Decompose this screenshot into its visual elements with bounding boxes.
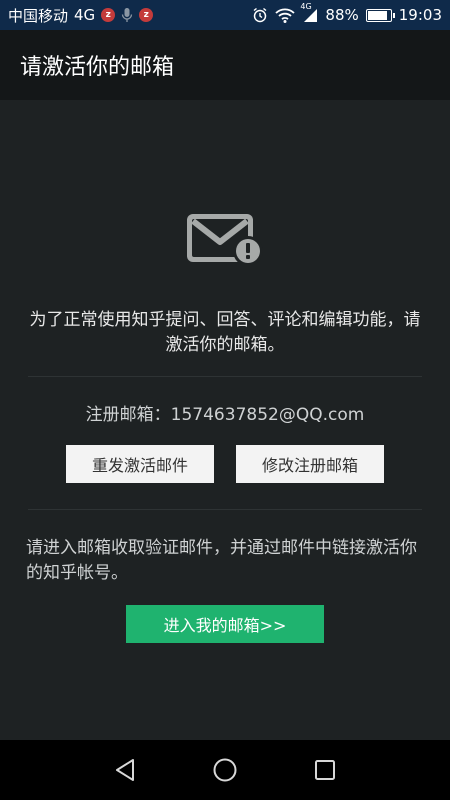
status-left: 中国移动 4G z z (8, 5, 154, 26)
battery-icon (365, 8, 395, 22)
intro-text: 为了正常使用知乎提问、回答、评论和编辑功能，请激活你的邮箱。 (29, 310, 421, 355)
home-icon[interactable] (210, 755, 240, 785)
email-value: 1574637852@QQ.com (170, 405, 365, 425)
battery-percent: 88% (325, 6, 359, 24)
clock: 19:03 (398, 6, 442, 24)
status-bar: 中国移动 4G z z 4G 88% 19:03 (0, 0, 450, 30)
signal-icon: 4G (300, 2, 318, 23)
notification-icon: z (101, 8, 116, 22)
carrier-label: 中国移动 (8, 6, 69, 25)
modify-email-button[interactable]: 修改注册邮箱 (236, 445, 384, 483)
registered-email-row: 注册邮箱：1574637852@QQ.com (0, 400, 450, 425)
divider (28, 509, 422, 510)
title-bar: 请激活你的邮箱 (0, 30, 450, 100)
resend-activation-button[interactable]: 重发激活邮件 (66, 445, 214, 483)
signal-label: 4G (300, 1, 312, 11)
alarm-icon (252, 7, 268, 23)
goto-mailbox-button[interactable]: 进入我的邮箱>> (126, 605, 324, 643)
main-content: 为了正常使用知乎提问、回答、评论和编辑功能，请激活你的邮箱。 注册邮箱：1574… (0, 100, 450, 740)
battery-level (367, 10, 388, 20)
back-icon[interactable] (110, 755, 140, 785)
network-label: 4G (74, 6, 96, 24)
navigation-bar (0, 740, 450, 800)
guide-text: 请进入邮箱收取验证邮件，并通过邮件中链接激活你的知乎帐号。 (26, 538, 417, 583)
page-title: 请激活你的邮箱 (20, 55, 175, 80)
wifi-icon (275, 8, 296, 23)
microphone-icon (121, 7, 133, 23)
status-right: 4G 88% 19:03 (252, 2, 442, 24)
mail-alert-icon (184, 210, 268, 270)
notification-icon: z (139, 8, 154, 22)
recents-icon[interactable] (310, 755, 340, 785)
divider (28, 376, 422, 377)
email-label: 注册邮箱： (85, 405, 171, 425)
